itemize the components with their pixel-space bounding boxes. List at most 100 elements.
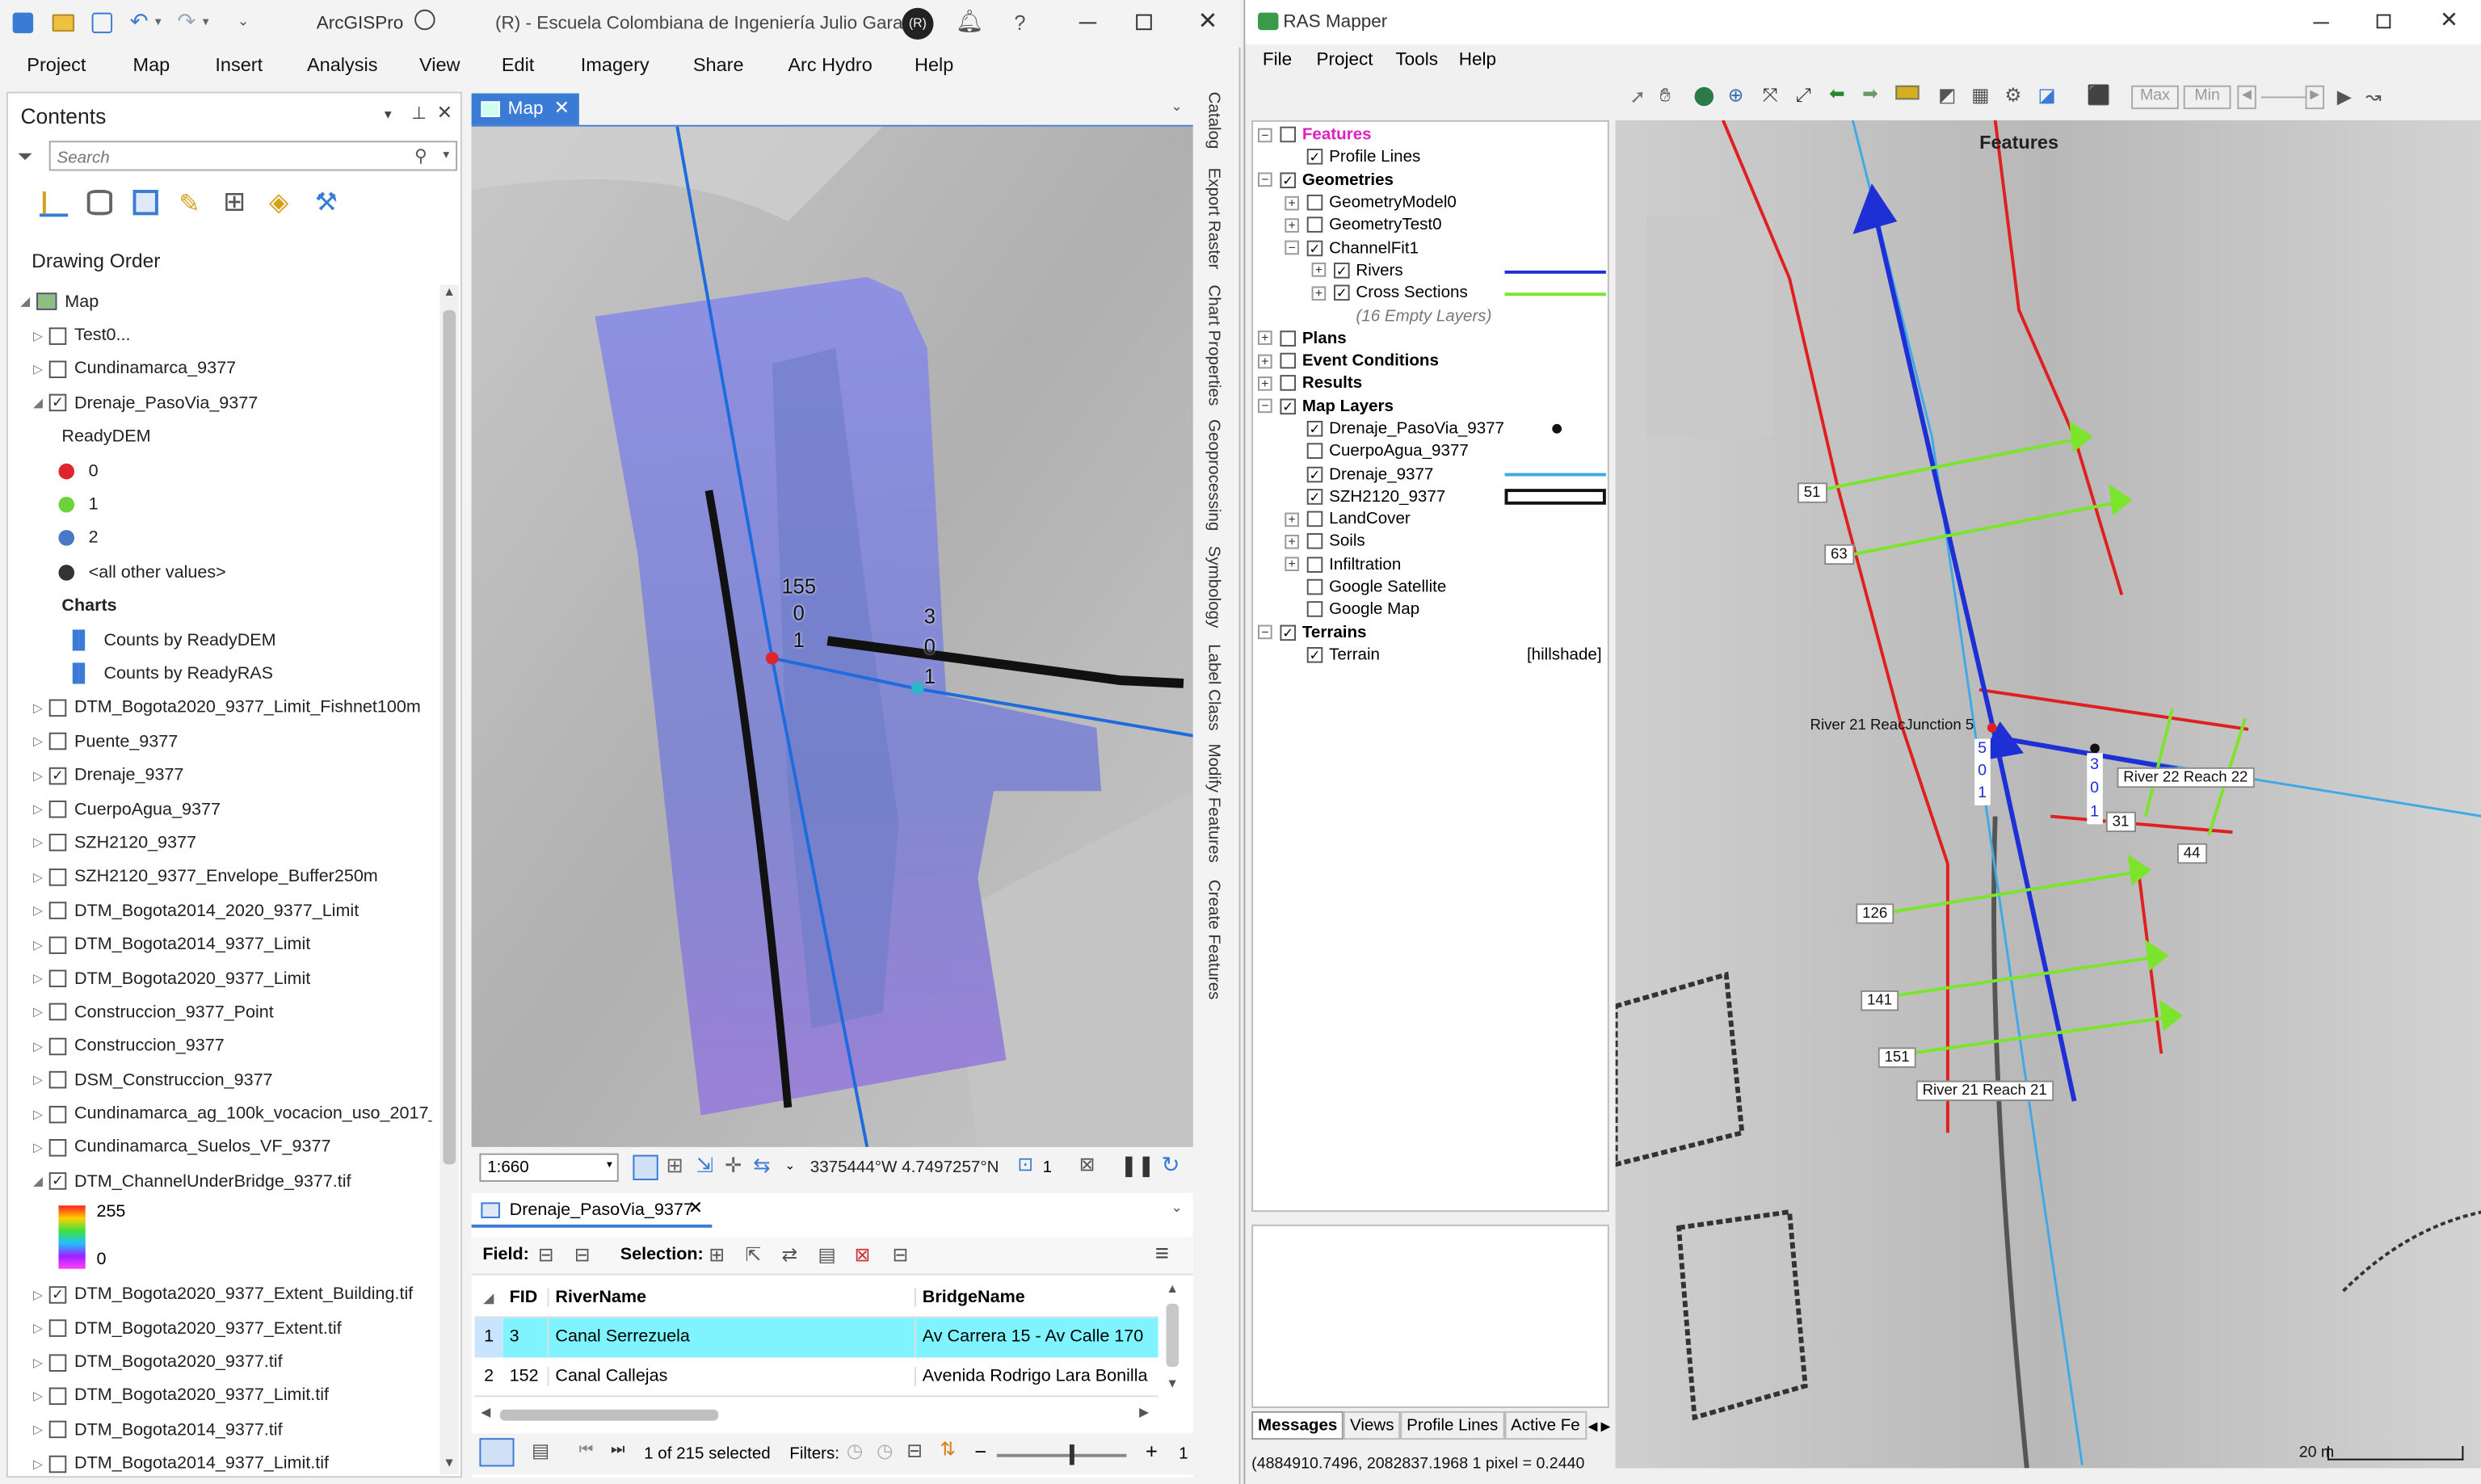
expand-icon[interactable]: ▷: [30, 836, 46, 851]
close-pane-icon[interactable]: ✕: [437, 101, 453, 123]
layer-item[interactable]: ▷ Puente_9377: [18, 725, 432, 759]
expand-icon[interactable]: +: [1285, 557, 1299, 572]
tab-label-class[interactable]: Label Class: [1204, 644, 1223, 730]
layer-visibility-checkbox[interactable]: [48, 1105, 67, 1123]
layer-item[interactable]: ▷ DTM_Bogota2014_9377.tif: [18, 1413, 432, 1447]
filter-by-extent-icon[interactable]: ◷: [847, 1440, 864, 1461]
max-button[interactable]: Max: [2131, 85, 2179, 110]
tab-messages[interactable]: Messages: [1251, 1410, 1344, 1440]
scale-dropdown-icon[interactable]: ▾: [607, 1158, 612, 1171]
rm-tree-item[interactable]: ✓ SZH2120_9377: [1258, 486, 1608, 508]
render-tool-icon[interactable]: ◪: [2038, 84, 2056, 106]
search-icon[interactable]: ⚲: [414, 145, 427, 166]
expand-icon[interactable]: ▷: [30, 1423, 46, 1437]
rm-menu-project[interactable]: Project: [1316, 51, 1373, 70]
rm-layer-checkbox[interactable]: ✓: [1280, 171, 1297, 188]
sort-icon[interactable]: ⇅: [940, 1438, 956, 1460]
refresh-icon[interactable]: ↻: [1162, 1152, 1180, 1179]
table-scroll-thumb[interactable]: [1166, 1303, 1180, 1368]
layer-item[interactable]: ▷ CuerpoAgua_9377: [18, 792, 432, 826]
save-icon[interactable]: [91, 12, 113, 34]
layer-visibility-checkbox[interactable]: [48, 733, 67, 750]
switch-selection-icon[interactable]: ⇄: [781, 1243, 797, 1265]
measure-tool-icon[interactable]: [1895, 85, 1920, 100]
layer-item[interactable]: ▷ DTM_Bogota2020_9377_Extent.tif: [18, 1311, 432, 1345]
expand-icon[interactable]: ▷: [30, 1322, 46, 1336]
rm-tree-item[interactable]: + Results: [1258, 372, 1608, 395]
layer-item[interactable]: ▷ DTM_Bogota2020_9377_Limit_Fishnet100m: [18, 691, 432, 725]
layer-item[interactable]: ◢ ✓ Drenaje_PasoVia_9377: [18, 386, 432, 420]
expand-icon[interactable]: ▷: [30, 802, 46, 817]
rm-tree-item[interactable]: Google Map: [1258, 599, 1608, 621]
cell-bridgename[interactable]: Av Carrera 15 - Av Calle 170: [915, 1317, 1159, 1357]
first-record-icon[interactable]: ⏮: [579, 1441, 594, 1459]
expand-icon[interactable]: +: [1285, 511, 1299, 527]
rm-layer-checkbox[interactable]: ✓: [1306, 488, 1323, 505]
layer-item[interactable]: ▷ Cundinamarca_Suelos_VF_9377: [18, 1131, 432, 1165]
pan-tool-icon[interactable]: ✋︎: [1659, 84, 1670, 107]
table-hscroll[interactable]: ◀ ▶: [477, 1405, 1154, 1424]
forward-icon[interactable]: ➡: [1862, 82, 1878, 104]
row-selector-header[interactable]: ◢: [475, 1290, 503, 1305]
table-tab[interactable]: Drenaje_PasoVia_9377 ✕: [471, 1192, 713, 1228]
layer-item[interactable]: ▷ DTM_Bogota2014_2020_9377_Limit: [18, 894, 432, 928]
layer-visibility-checkbox[interactable]: [48, 1003, 67, 1021]
collapse-icon[interactable]: ◢: [30, 396, 46, 410]
rm-layer-checkbox[interactable]: ✓: [1306, 646, 1323, 663]
rm-tree-item[interactable]: CuerpoAgua_9377: [1258, 440, 1608, 463]
scroll-thumb[interactable]: [443, 309, 456, 1165]
expand-icon[interactable]: ▷: [30, 938, 46, 952]
tab-overflow-icon[interactable]: ⌄: [1171, 98, 1183, 116]
close-icon[interactable]: ✕: [1198, 6, 1218, 35]
show-all-records-icon[interactable]: [479, 1438, 515, 1467]
layer-visibility-checkbox[interactable]: [48, 1138, 67, 1157]
junction-point-cyan[interactable]: [911, 682, 924, 695]
expand-icon[interactable]: +: [1285, 534, 1299, 549]
bell-icon[interactable]: 🔔︎: [956, 8, 984, 35]
layer-item[interactable]: ▷ SZH2120_9377_Envelope_Buffer250m: [18, 860, 432, 894]
help-icon[interactable]: ?: [1014, 11, 1025, 35]
layer-visibility-checkbox[interactable]: [48, 1037, 67, 1055]
rm-maximize-icon[interactable]: [2376, 14, 2391, 29]
rm-tree-item[interactable]: + Plans: [1258, 327, 1608, 350]
collapse-icon[interactable]: −: [1285, 240, 1299, 255]
tab-catalog[interactable]: Catalog: [1204, 92, 1223, 149]
add-field-icon[interactable]: ⊟: [538, 1243, 554, 1265]
layer-item[interactable]: ▷ SZH2120_9377: [18, 826, 432, 860]
layer-visibility-checkbox[interactable]: ✓: [48, 394, 67, 412]
rm-menu-help[interactable]: Help: [1459, 51, 1496, 70]
rm-tree-item[interactable]: + ✓ Rivers: [1258, 259, 1608, 282]
layer-visibility-checkbox[interactable]: [48, 801, 67, 818]
tab-create-features[interactable]: Create Features: [1204, 880, 1223, 1000]
profile-tool-icon[interactable]: ◩: [1938, 84, 1956, 106]
delete-selection-icon[interactable]: ⊠: [855, 1243, 871, 1265]
last-record-icon[interactable]: ⏭: [611, 1441, 625, 1459]
rm-tree-item[interactable]: ✓ Profile Lines: [1258, 146, 1608, 169]
collapse-icon[interactable]: −: [1258, 127, 1272, 142]
rm-tree-item[interactable]: + LandCover: [1258, 508, 1608, 531]
min-button[interactable]: Min: [2183, 85, 2231, 110]
expand-icon[interactable]: ▷: [30, 904, 46, 919]
selected-features-icon[interactable]: ⊡: [1017, 1154, 1033, 1175]
menu-insert[interactable]: Insert: [215, 54, 263, 76]
cell-bridgename[interactable]: Avenida Rodrigo Lara Bonilla: [915, 1367, 1159, 1386]
time-slider-right-icon[interactable]: ▶: [2305, 85, 2325, 110]
expand-icon[interactable]: ▷: [30, 1141, 46, 1155]
copy-selection-icon[interactable]: ⊟: [893, 1243, 909, 1265]
layer-item[interactable]: ▷ ✓ Drenaje_9377: [18, 759, 432, 792]
undo-dropdown-icon[interactable]: ▾: [155, 15, 162, 29]
tab-views[interactable]: Views: [1344, 1410, 1401, 1440]
scroll-up-icon[interactable]: ▲: [443, 285, 456, 300]
layer-visibility-checkbox[interactable]: [48, 834, 67, 852]
menu-arc-hydro[interactable]: Arc Hydro: [788, 54, 872, 76]
table-row[interactable]: 2 152 Canal Callejas Avenida Rodrigo Lar…: [474, 1357, 1159, 1398]
menu-view[interactable]: View: [419, 54, 460, 76]
layer-visibility-checkbox[interactable]: [48, 969, 67, 988]
layer-item[interactable]: ◢ ✓ DTM_ChannelUnderBridge_9377.tif: [18, 1165, 432, 1199]
fixed-extent-icon[interactable]: [633, 1154, 658, 1180]
user-avatar[interactable]: (R): [902, 7, 934, 40]
table-menu-icon[interactable]: ≡: [1155, 1240, 1169, 1267]
layer-item[interactable]: ▷ DSM_Construccion_9377: [18, 1063, 432, 1097]
navigate-icon[interactable]: ⇆: [753, 1154, 770, 1179]
rm-tree-item[interactable]: ✓ Drenaje_9377: [1258, 463, 1608, 486]
